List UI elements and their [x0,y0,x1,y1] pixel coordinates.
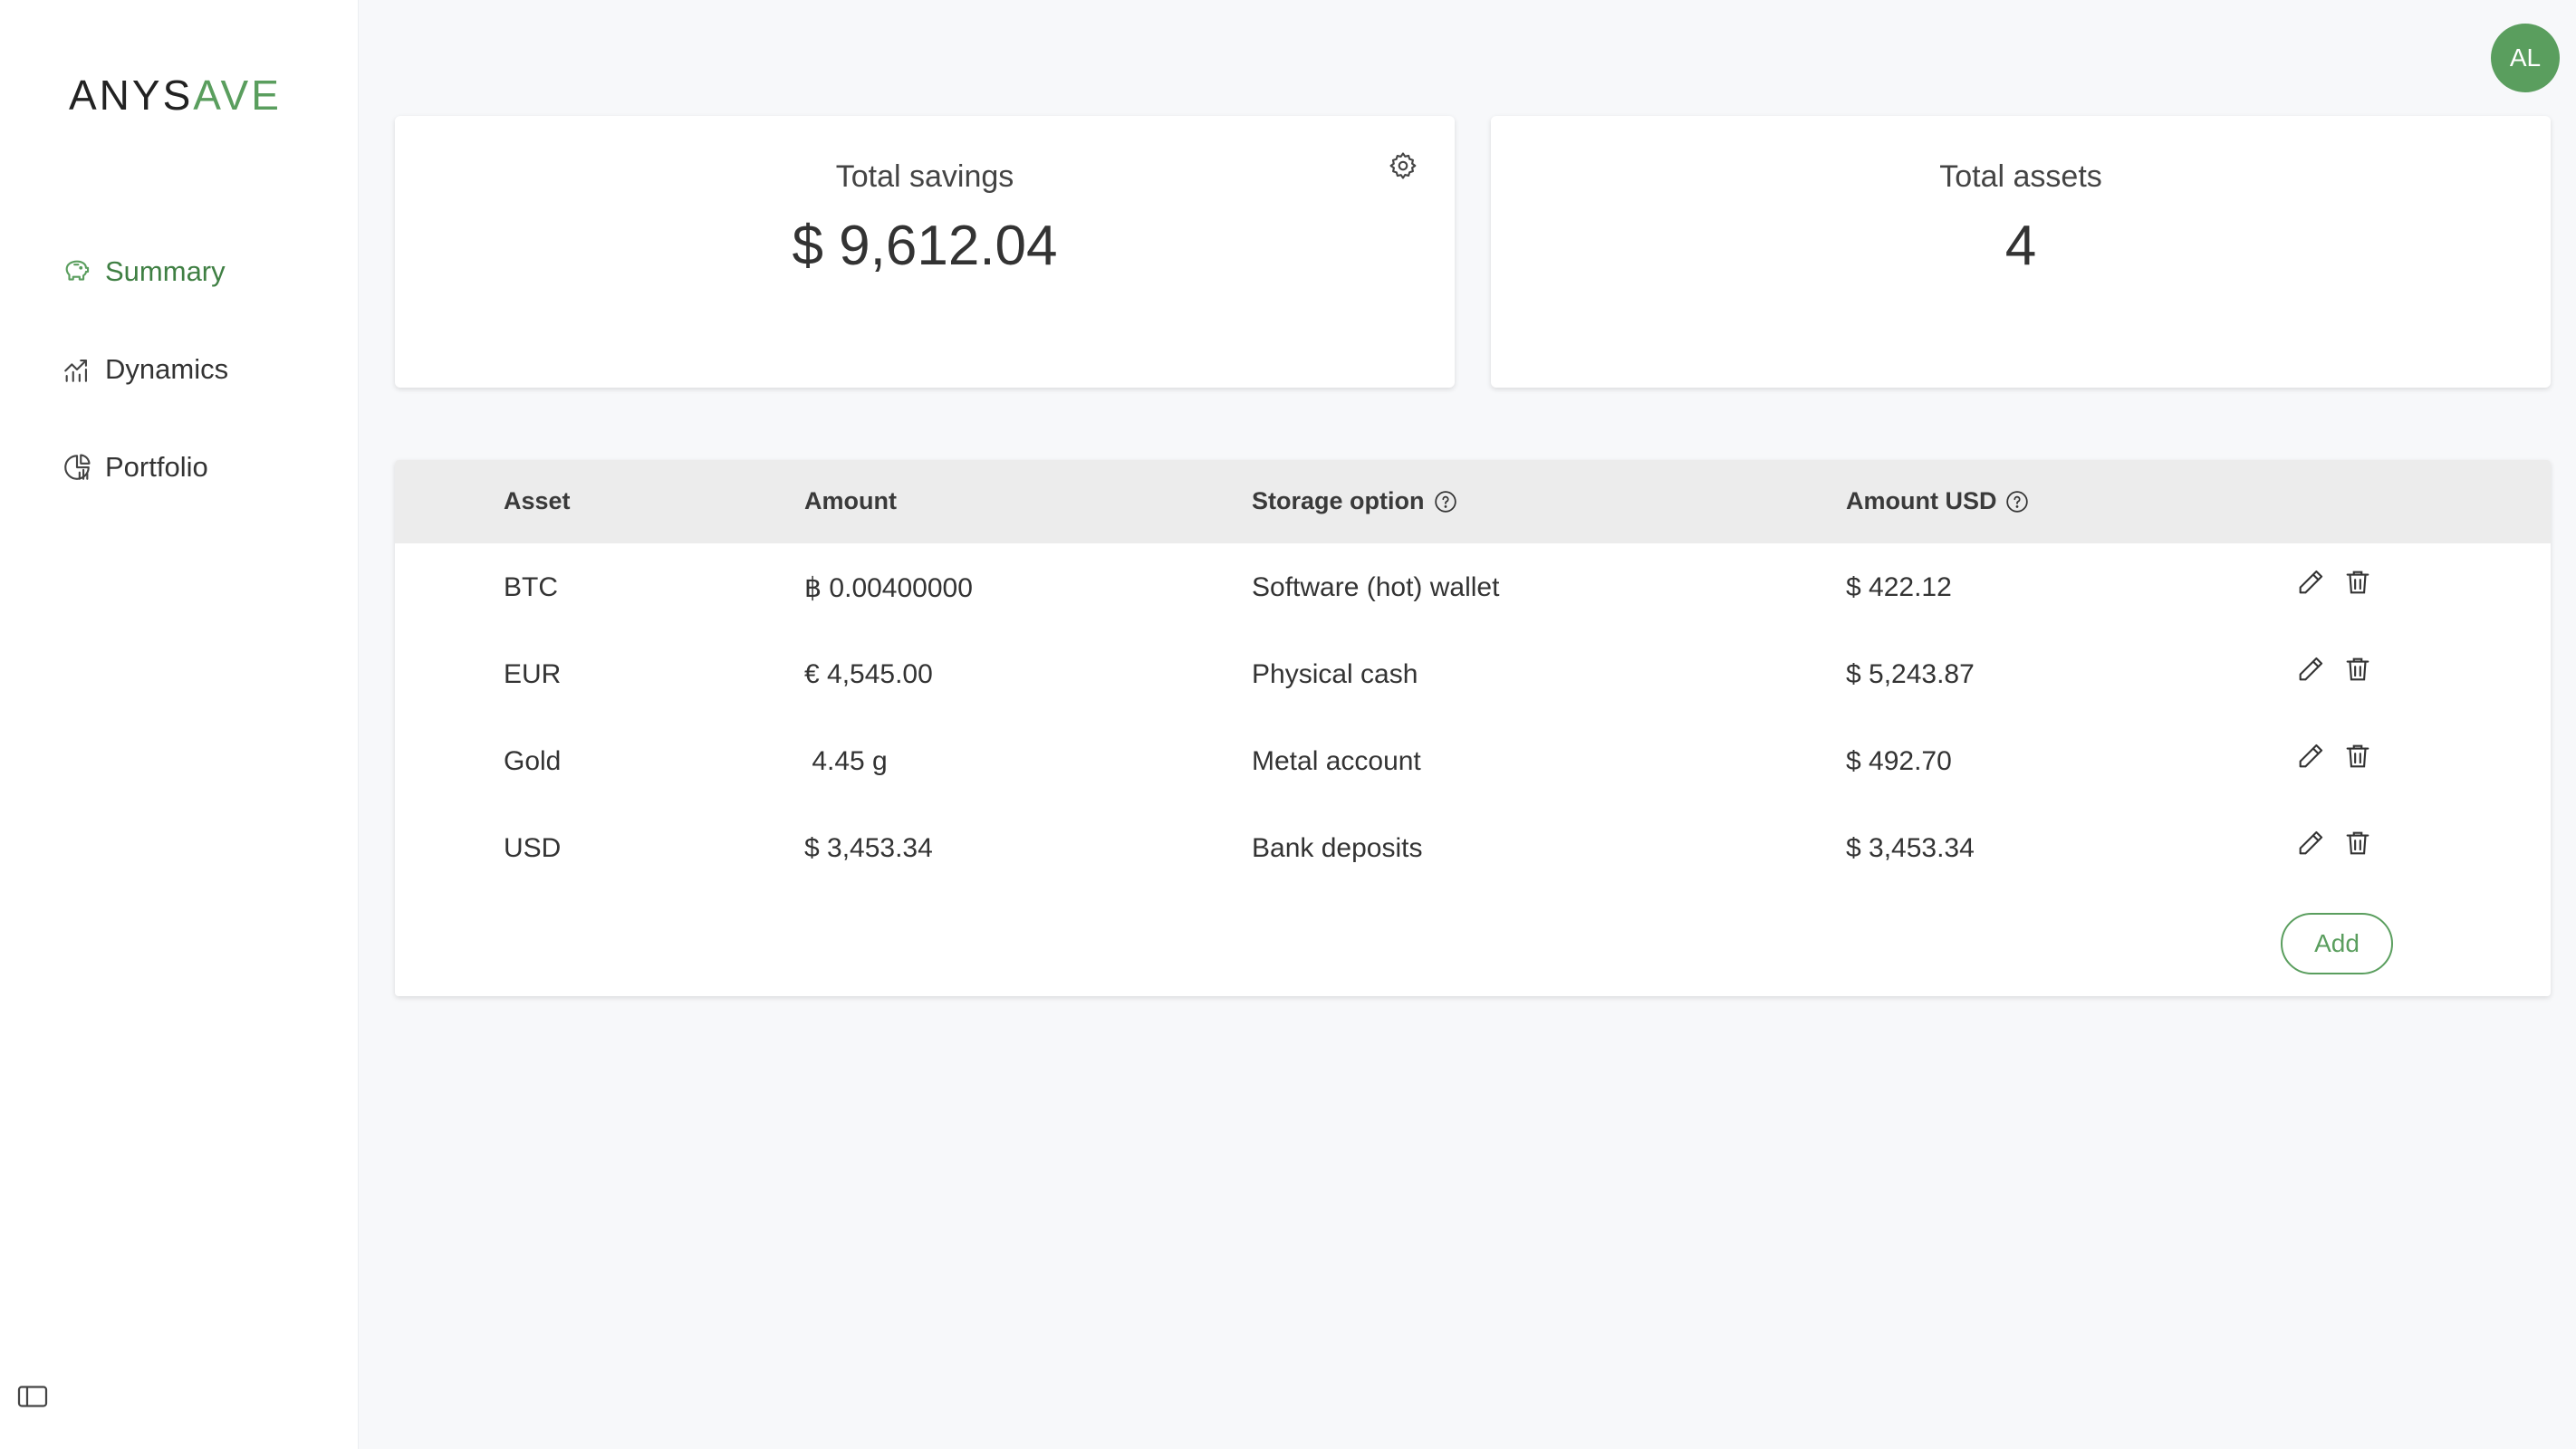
sidebar-item-portfolio[interactable]: Portfolio [60,440,228,494]
column-header-storage-option: Storage option [1252,487,1457,515]
cell-amount: € 4,545.00 [804,659,933,689]
cell-amount: 4.45 g [804,746,888,776]
total-assets-card: Total assets 4 [1491,116,2551,388]
column-header-amount: Amount [804,487,897,515]
cell-asset: EUR [504,659,562,689]
total-savings-value: $ 9,612.04 [792,215,1058,277]
cell-amount-usd: $ 492.70 [1846,746,1952,776]
cell-amount-usd: $ 422.12 [1846,572,1952,602]
avatar-initials: AL [2509,43,2542,72]
help-circle-icon[interactable] [1434,490,1457,513]
table-row: Gold 4.45 g Metal account $ 492.70 [395,717,2551,804]
cell-storage: Physical cash [1252,659,1418,689]
table-row: USD $ 3,453.34 Bank deposits $ 3,453.34 [395,804,2551,891]
user-avatar[interactable]: AL [2491,24,2560,92]
row-actions [2295,567,2373,600]
trash-icon[interactable] [2342,654,2373,686]
chart-growth-icon [60,352,94,387]
trash-icon[interactable] [2342,828,2373,860]
column-header-amount-usd: Amount USD [1846,487,2029,515]
edit-pencil-icon[interactable] [2295,567,2326,600]
trash-icon[interactable] [2342,567,2373,600]
header-label: Storage option [1252,487,1425,514]
cell-amount: ฿ 0.00400000 [804,573,973,603]
cell-storage: Software (hot) wallet [1252,572,1500,602]
sidebar-nav: Summary Dynamics Portfolio [60,245,228,538]
gear-icon[interactable] [1388,150,1418,181]
total-assets-title: Total assets [1939,159,2102,194]
sidebar-item-label: Dynamics [105,353,229,385]
edit-pencil-icon[interactable] [2295,741,2326,773]
trash-icon[interactable] [2342,741,2373,773]
cell-asset: BTC [504,572,558,602]
header-label: Asset [504,487,571,514]
table-header: Asset Amount Storage option Amount USD [395,460,2551,543]
cell-amount-usd: $ 3,453.34 [1846,833,1975,863]
table-row: BTC ฿ 0.00400000 Software (hot) wallet $… [395,543,2551,630]
piggy-bank-icon [60,254,94,289]
header-label: Amount [804,487,897,514]
row-actions [2295,654,2373,686]
cell-asset: USD [504,833,562,863]
sidebar-item-label: Summary [105,255,226,287]
logo-text-accent: AVE [193,72,282,119]
add-asset-button[interactable]: Add [2281,913,2393,974]
sidebar-item-dynamics[interactable]: Dynamics [60,342,228,397]
edit-pencil-icon[interactable] [2295,828,2326,860]
pie-chart-icon [60,450,94,485]
table-row: EUR € 4,545.00 Physical cash $ 5,243.87 [395,630,2551,717]
help-circle-icon[interactable] [2005,490,2029,513]
cell-amount-usd: $ 5,243.87 [1846,659,1975,689]
sidebar-item-summary[interactable]: Summary [60,245,228,299]
row-actions [2295,828,2373,860]
logo-text-main: ANYS [69,72,194,119]
sidebar-toggle-icon[interactable] [16,1382,49,1411]
cell-amount: $ 3,453.34 [804,833,933,863]
cell-asset: Gold [504,746,562,776]
app-logo[interactable]: ANYSAVE [69,71,282,120]
app-root: ANYSAVE Summary Dynamics Portfolio AL To… [0,0,2576,1449]
cell-storage: Bank deposits [1252,833,1423,863]
assets-table: Asset Amount Storage option Amount USD B… [395,460,2551,996]
total-savings-card: Total savings $ 9,612.04 [395,116,1455,388]
total-assets-value: 4 [2004,215,2037,277]
row-actions [2295,741,2373,773]
edit-pencil-icon[interactable] [2295,654,2326,686]
sidebar: ANYSAVE Summary Dynamics Portfolio [0,0,359,1449]
sidebar-item-label: Portfolio [105,451,208,483]
header-label: Amount USD [1846,487,1997,514]
total-savings-title: Total savings [835,159,1014,194]
column-header-asset: Asset [504,487,571,515]
cell-storage: Metal account [1252,746,1421,776]
